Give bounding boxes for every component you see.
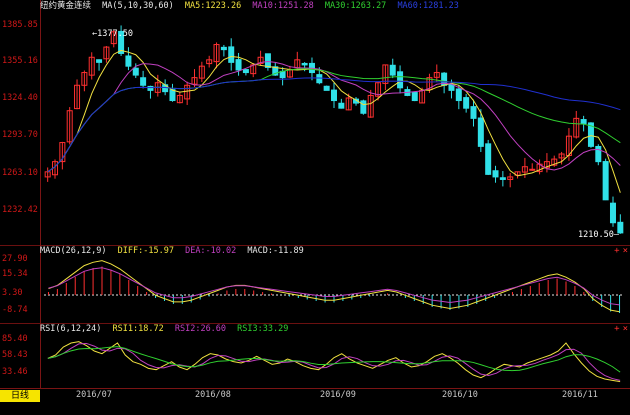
candle-body <box>529 168 536 171</box>
x-tick-month: 2016/10 <box>442 390 478 400</box>
rsi-panel[interactable]: RSI(6,12,24) RSI1:18.72 RSI2:26.60 RSI3:… <box>0 323 630 389</box>
candle-body <box>463 97 470 109</box>
candle-body <box>602 161 609 201</box>
high-value: 1377.50 <box>97 29 133 39</box>
candle-body <box>264 53 271 68</box>
price-panel[interactable]: 纽约黄金连续 MA(5,10,30,60) MA5:1223.26 MA10:1… <box>0 0 630 246</box>
x-tick-month: 2016/07 <box>76 390 112 400</box>
candle-body <box>169 89 176 102</box>
candle-body <box>338 102 345 109</box>
x-tick-month: 2016/09 <box>320 390 356 400</box>
low-value: 1210.50 <box>578 230 614 240</box>
candle-body <box>485 143 492 175</box>
candle-body <box>470 106 477 119</box>
period-tab-daily[interactable]: 日线 <box>0 390 40 402</box>
diff-line <box>48 260 620 313</box>
candle-body <box>125 55 132 67</box>
candle-body <box>242 69 249 74</box>
candle-body <box>140 77 147 86</box>
rsi1-line <box>47 341 621 383</box>
candle-body <box>301 62 308 66</box>
candle-body <box>397 71 404 89</box>
candle-body <box>132 67 139 76</box>
candle-body <box>316 74 323 84</box>
candle-body <box>595 145 602 163</box>
candle-body <box>323 85 330 91</box>
candle-body <box>492 170 499 178</box>
candle-body <box>499 177 506 180</box>
candle-body <box>455 88 462 102</box>
candle-body <box>228 46 235 63</box>
candle-body <box>477 117 484 147</box>
low-callout: 1210.50— <box>578 230 619 240</box>
candle-body <box>389 64 396 76</box>
x-tick-month: 2016/11 <box>562 390 598 400</box>
candle-body <box>360 100 367 114</box>
candle-body <box>331 89 337 102</box>
candle-body <box>235 59 242 71</box>
candle-body <box>96 59 103 63</box>
rsi-chart[interactable] <box>0 323 630 388</box>
candle-body <box>411 92 418 102</box>
candle-body <box>580 119 587 124</box>
candle-body <box>609 202 616 224</box>
macd-chart[interactable] <box>0 245 630 323</box>
x-axis: 日线 2016/07 2016/08 2016/09 2016/10 2016/… <box>0 388 630 415</box>
ma10-line <box>47 60 621 173</box>
candle-body <box>220 46 227 51</box>
x-tick-month: 2016/08 <box>195 390 231 400</box>
macd-panel[interactable]: MACD(26,12,9) DIFF:-15.97 DEA:-10.02 MAC… <box>0 245 630 324</box>
high-callout: ←1377.50 <box>92 29 133 39</box>
rsi3-line <box>47 346 621 373</box>
